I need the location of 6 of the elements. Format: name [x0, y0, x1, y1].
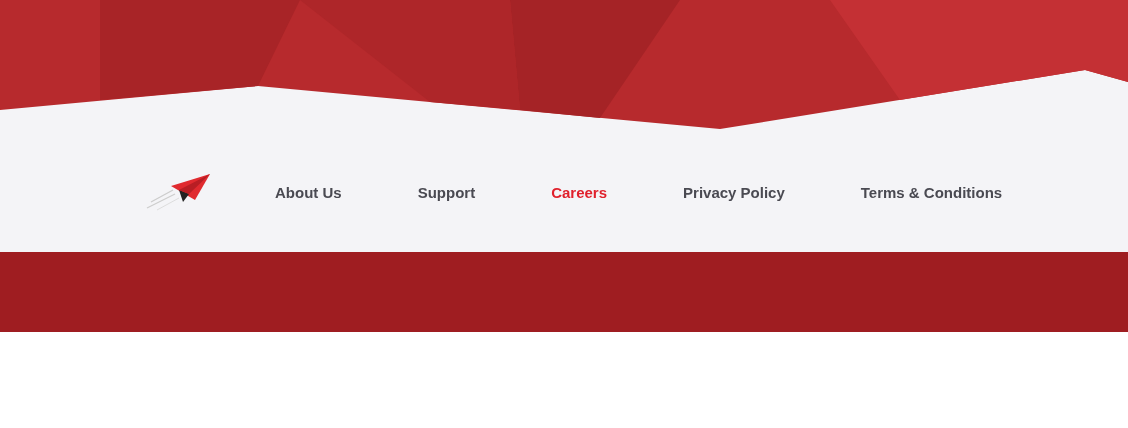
nav-link[interactable]: Privacy Policy: [681, 181, 787, 203]
nav-link[interactable]: Careers: [549, 181, 610, 203]
nav-link[interactable]: Terms & Conditions: [858, 181, 1005, 203]
paper-plane-logo[interactable]: [145, 172, 211, 212]
nav-link[interactable]: About Us: [273, 181, 344, 203]
nav-link[interactable]: Support: [415, 181, 478, 203]
